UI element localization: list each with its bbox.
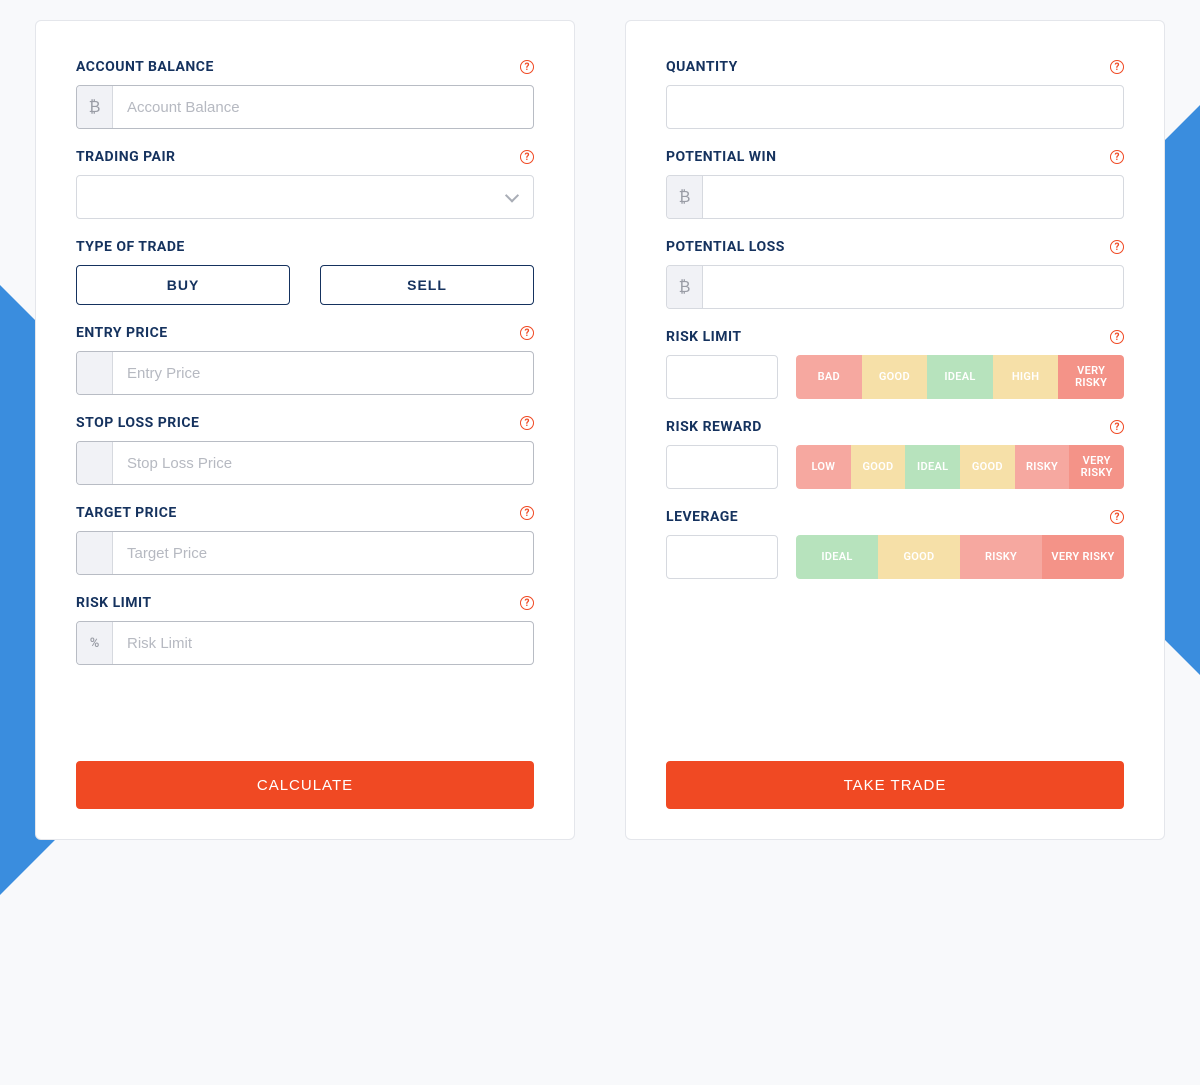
risk-reward-gauge-field: RISK REWARD ? LOWGOODIDEALGOODRISKYVERY … bbox=[666, 419, 1124, 489]
entry-price-label: ENTRY PRICE bbox=[76, 325, 168, 341]
help-icon[interactable]: ? bbox=[1110, 420, 1124, 434]
stop-loss-input[interactable] bbox=[113, 442, 533, 484]
entry-price-field: ENTRY PRICE ? bbox=[76, 325, 534, 395]
help-icon[interactable]: ? bbox=[520, 596, 534, 610]
help-icon[interactable]: ? bbox=[520, 60, 534, 74]
bitcoin-icon: ₿ bbox=[667, 266, 703, 308]
trade-result-card: QUANTITY ? POTENTIAL WIN ? ₿ POTENTIAL L… bbox=[625, 20, 1165, 840]
potential-loss-output bbox=[703, 266, 1123, 308]
risk-limit-gauge-field: RISK LIMIT ? BADGOODIDEALHIGHVERY RISKY bbox=[666, 329, 1124, 399]
help-icon[interactable]: ? bbox=[520, 326, 534, 340]
percent-icon: % bbox=[77, 622, 113, 664]
help-icon[interactable]: ? bbox=[1110, 510, 1124, 524]
help-icon[interactable]: ? bbox=[520, 506, 534, 520]
leverage-gauge-field: LEVERAGE ? IDEALGOODRISKYVERY RISKY bbox=[666, 509, 1124, 579]
gauge-segment: RISKY bbox=[960, 535, 1042, 579]
potential-loss-field: POTENTIAL LOSS ? ₿ bbox=[666, 239, 1124, 309]
help-icon[interactable]: ? bbox=[1110, 150, 1124, 164]
type-of-trade-field: TYPE OF TRADE BUY SELL bbox=[76, 239, 534, 305]
help-icon[interactable]: ? bbox=[1110, 240, 1124, 254]
gauge-segment: HIGH bbox=[993, 355, 1059, 399]
currency-icon bbox=[77, 532, 113, 574]
leverage-gauge-label: LEVERAGE bbox=[666, 509, 738, 525]
gauge-segment: VERY RISKY bbox=[1058, 355, 1124, 399]
risk-limit-gauge-label: RISK LIMIT bbox=[666, 329, 742, 345]
risk-limit-gauge: BADGOODIDEALHIGHVERY RISKY bbox=[796, 355, 1124, 399]
help-icon[interactable]: ? bbox=[520, 416, 534, 430]
stop-loss-label: STOP LOSS PRICE bbox=[76, 415, 199, 431]
bitcoin-icon: ₿ bbox=[667, 176, 703, 218]
risk-limit-input-field: RISK LIMIT ? % bbox=[76, 595, 534, 665]
buy-button[interactable]: BUY bbox=[76, 265, 290, 305]
potential-win-output bbox=[703, 176, 1123, 218]
gauge-segment: GOOD bbox=[851, 445, 906, 489]
currency-icon bbox=[77, 352, 113, 394]
risk-limit-input[interactable] bbox=[113, 622, 533, 664]
risk-reward-gauge: LOWGOODIDEALGOODRISKYVERY RISKY bbox=[796, 445, 1124, 489]
potential-win-field: POTENTIAL WIN ? ₿ bbox=[666, 149, 1124, 219]
bitcoin-icon: ₿ bbox=[77, 86, 113, 128]
gauge-segment: GOOD bbox=[960, 445, 1015, 489]
leverage-value bbox=[666, 535, 778, 579]
gauge-segment: LOW bbox=[796, 445, 851, 489]
help-icon[interactable]: ? bbox=[520, 150, 534, 164]
risk-reward-gauge-label: RISK REWARD bbox=[666, 419, 762, 435]
potential-win-label: POTENTIAL WIN bbox=[666, 149, 777, 165]
risk-reward-value bbox=[666, 445, 778, 489]
target-price-field: TARGET PRICE ? bbox=[76, 505, 534, 575]
account-balance-field: ACCOUNT BALANCE ? ₿ bbox=[76, 59, 534, 129]
gauge-segment: GOOD bbox=[862, 355, 928, 399]
gauge-segment: IDEAL bbox=[905, 445, 960, 489]
currency-icon bbox=[77, 442, 113, 484]
calculate-button[interactable]: CALCULATE bbox=[76, 761, 534, 809]
gauge-segment: IDEAL bbox=[796, 535, 878, 579]
leverage-gauge: IDEALGOODRISKYVERY RISKY bbox=[796, 535, 1124, 579]
trading-pair-field: TRADING PAIR ? bbox=[76, 149, 534, 219]
gauge-segment: RISKY bbox=[1015, 445, 1070, 489]
entry-price-input[interactable] bbox=[113, 352, 533, 394]
target-price-input[interactable] bbox=[113, 532, 533, 574]
gauge-segment: BAD bbox=[796, 355, 862, 399]
gauge-segment: GOOD bbox=[878, 535, 960, 579]
take-trade-button[interactable]: TAKE TRADE bbox=[666, 761, 1124, 809]
target-price-label: TARGET PRICE bbox=[76, 505, 177, 521]
quantity-field: QUANTITY ? bbox=[666, 59, 1124, 129]
chevron-down-icon bbox=[505, 188, 519, 202]
trading-pair-label: TRADING PAIR bbox=[76, 149, 176, 165]
gauge-segment: VERY RISKY bbox=[1042, 535, 1124, 579]
potential-loss-label: POTENTIAL LOSS bbox=[666, 239, 785, 255]
account-balance-label: ACCOUNT BALANCE bbox=[76, 59, 214, 75]
quantity-output bbox=[667, 86, 1123, 128]
help-icon[interactable]: ? bbox=[1110, 60, 1124, 74]
trading-pair-select[interactable] bbox=[76, 175, 534, 219]
quantity-label: QUANTITY bbox=[666, 59, 738, 75]
type-of-trade-label: TYPE OF TRADE bbox=[76, 239, 185, 255]
gauge-segment: VERY RISKY bbox=[1069, 445, 1124, 489]
gauge-segment: IDEAL bbox=[927, 355, 993, 399]
sell-button[interactable]: SELL bbox=[320, 265, 534, 305]
account-balance-input[interactable] bbox=[113, 86, 533, 128]
risk-limit-label: RISK LIMIT bbox=[76, 595, 152, 611]
help-icon[interactable]: ? bbox=[1110, 330, 1124, 344]
trade-input-card: ACCOUNT BALANCE ? ₿ TRADING PAIR ? TYPE … bbox=[35, 20, 575, 840]
risk-limit-value bbox=[666, 355, 778, 399]
stop-loss-field: STOP LOSS PRICE ? bbox=[76, 415, 534, 485]
